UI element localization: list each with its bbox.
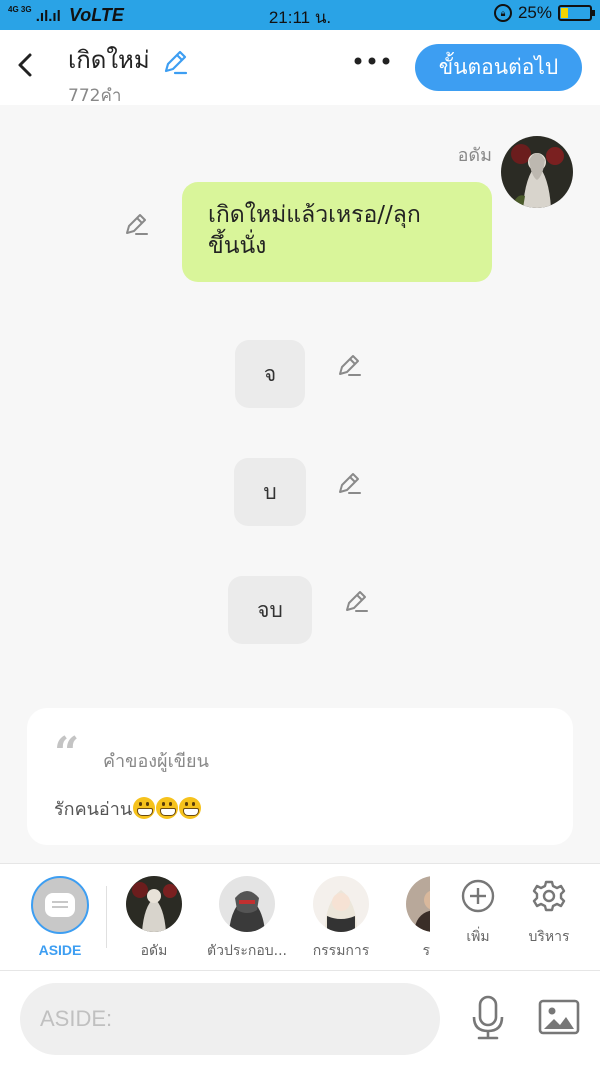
character-extra[interactable]: ตัวประกอบ... <box>204 876 290 962</box>
author-note-text: รักคนอ่าน <box>54 799 133 820</box>
story-title: เกิดใหม่ <box>68 46 150 74</box>
edit-message-button[interactable] <box>124 211 150 241</box>
voice-button[interactable] <box>470 995 506 1045</box>
edit-message-button[interactable] <box>337 352 363 382</box>
character-aside[interactable]: ASIDE <box>28 876 92 958</box>
pencil-icon <box>346 591 368 612</box>
divider <box>106 886 107 948</box>
character-adam[interactable]: อดัม <box>124 876 184 962</box>
avatar <box>406 876 430 932</box>
manage-characters-button[interactable]: บริหาร <box>524 878 574 948</box>
message-bubble[interactable]: จ <box>235 340 305 408</box>
character-label: กรรมการ <box>312 943 370 959</box>
top-bar: เกิดใหม่ 772คำ ขั้นตอนต่อไป <box>0 30 600 106</box>
avatar <box>126 876 182 932</box>
edit-title-button[interactable] <box>161 48 189 80</box>
chevron-left-icon <box>18 53 32 77</box>
pencil-icon <box>164 50 187 74</box>
pencil-icon <box>339 355 361 376</box>
author-note-card[interactable]: “ คำของผู้เขียน รักคนอ่าน <box>27 708 573 845</box>
more-options-button[interactable] <box>352 48 392 78</box>
battery-percent: 25% <box>517 3 552 22</box>
avatar <box>313 876 369 932</box>
author-note-title: คำของผู้เขียน <box>103 751 209 772</box>
grin-emoji-icon <box>179 797 202 819</box>
character-avatar-image <box>501 136 573 208</box>
input-bar <box>0 971 600 1067</box>
avatar[interactable] <box>501 136 573 208</box>
message-bubble[interactable]: จบ <box>228 576 312 644</box>
quote-icon: “ <box>54 728 80 779</box>
word-count: 772คำ <box>68 85 122 106</box>
character-committee[interactable]: กรรมการ <box>306 876 376 962</box>
message-bubble[interactable]: เกิดใหม่แล้วเหรอ//ลุก ขึ้นนั่ง <box>182 182 492 282</box>
edit-message-button[interactable] <box>337 470 363 500</box>
character-label: ASIDE <box>38 942 82 958</box>
pencil-icon <box>126 214 148 235</box>
gear-icon <box>532 880 566 912</box>
character-partial[interactable]: ร <box>406 876 430 962</box>
add-label: เพิ่ม <box>466 929 490 945</box>
edit-message-button[interactable] <box>344 588 370 618</box>
image-button[interactable] <box>538 999 580 1039</box>
author-note-body: รักคนอ่าน <box>54 794 202 823</box>
character-avatar-image <box>126 876 182 932</box>
plus-circle-icon <box>461 879 495 913</box>
character-label: ร <box>422 943 430 959</box>
message-text-line: ขึ้นนั่ง <box>208 233 267 259</box>
back-button[interactable] <box>14 50 40 80</box>
microphone-icon <box>472 995 504 1040</box>
message-input[interactable] <box>20 983 440 1055</box>
character-avatar-image <box>219 876 275 932</box>
image-icon <box>538 999 580 1035</box>
avatar <box>219 876 275 932</box>
grin-emoji-icon <box>133 797 156 819</box>
message-icon <box>45 893 75 917</box>
message-text-line: เกิดใหม่แล้วเหรอ//ลุก <box>208 202 421 228</box>
message-bubble[interactable]: บ <box>234 458 306 526</box>
battery-icon <box>558 5 595 21</box>
grin-emoji-icon <box>156 797 179 819</box>
manage-label: บริหาร <box>528 929 570 945</box>
add-character-button[interactable]: เพิ่ม <box>458 878 498 948</box>
character-avatar-image <box>313 876 369 932</box>
aside-avatar <box>31 876 89 934</box>
pencil-icon <box>339 473 361 494</box>
character-selector: ASIDE อดัม ตัวประกอบ... กรรมการ ร เพิ่ม <box>0 863 600 971</box>
status-bar: 4G 3G .ıl.ıl VoLTE 21:11 น. 🔒︎ 25% <box>0 0 600 30</box>
character-label: ตัวประกอบ... <box>206 943 287 959</box>
rotation-lock-icon: 🔒︎ <box>493 4 512 22</box>
character-avatar-image <box>406 876 430 932</box>
more-dots-icon <box>354 57 390 65</box>
sender-name: อดัม <box>457 145 492 166</box>
character-label: อดัม <box>140 943 168 959</box>
next-step-button[interactable]: ขั้นตอนต่อไป <box>415 44 582 91</box>
